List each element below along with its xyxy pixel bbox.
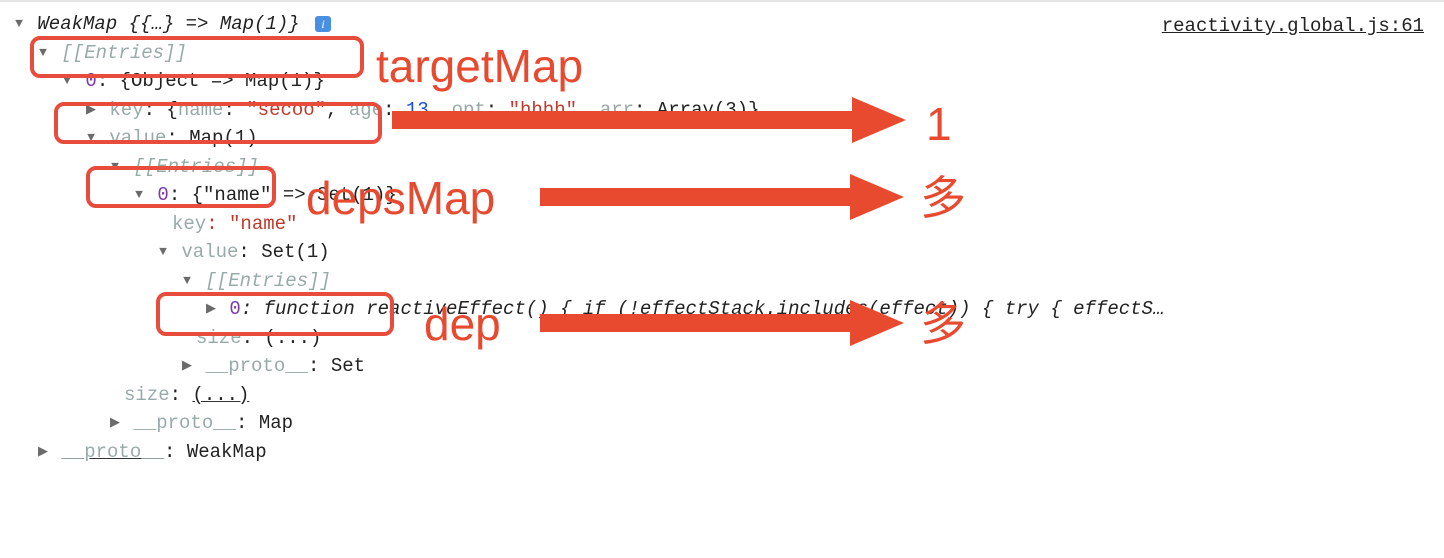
chevron-right-icon[interactable]: ▶ <box>180 356 194 376</box>
proto-value: : WeakMap <box>164 441 267 463</box>
tree-row[interactable]: ▼ value: Set(1) <box>0 238 1444 267</box>
entries-label: [[Entries]] <box>61 42 186 64</box>
key-label: key <box>109 99 143 121</box>
prop-value: 13 <box>406 99 429 121</box>
tree-root[interactable]: ▼ WeakMap {{…} => Map(1)} i <box>0 10 1444 39</box>
tree-row[interactable]: size: (...) <box>0 324 1444 353</box>
tree-row[interactable]: ▼ value: Map(1) <box>0 124 1444 153</box>
chevron-down-icon[interactable]: ▼ <box>84 128 98 148</box>
chevron-right-icon[interactable]: ▶ <box>204 299 218 319</box>
tree-row[interactable]: ▼ 0: {Object => Map(1)} <box>0 67 1444 96</box>
entry-summary: : {Object => Map(1)} <box>97 70 325 92</box>
prop-key: age <box>349 99 383 121</box>
tree-row[interactable]: size: (...) <box>0 381 1444 410</box>
prop-key: name <box>178 99 224 121</box>
tree-row[interactable]: ▼ [[Entries]] <box>0 39 1444 68</box>
info-icon[interactable]: i <box>315 16 331 32</box>
prop-value: "hhhh" <box>509 99 577 121</box>
chevron-down-icon[interactable]: ▼ <box>12 14 26 34</box>
entry-index: 0 <box>157 184 168 206</box>
entries-label: [[Entries]] <box>133 156 258 178</box>
chevron-down-icon[interactable]: ▼ <box>60 71 74 91</box>
size-label: size <box>196 327 242 349</box>
entry-summary: : {"name" => Set(1)} <box>169 184 397 206</box>
tree-row[interactable]: ▼ [[Entries]] <box>0 153 1444 182</box>
proto-value: : Map <box>236 412 293 434</box>
value-label: value <box>109 127 166 149</box>
brace: : { <box>144 99 178 121</box>
value-summary: : Map(1) <box>166 127 257 149</box>
proto-label: __proto__ <box>205 355 308 377</box>
prop-value: Array(3) <box>657 99 748 121</box>
entry-index: 0 <box>229 298 240 320</box>
size-value[interactable]: (...) <box>192 384 249 406</box>
chevron-down-icon[interactable]: ▼ <box>36 43 50 63</box>
prop-value: "secoo" <box>246 99 326 121</box>
function-summary: : function reactiveEffect() { if (!effec… <box>241 298 1165 320</box>
size-value: : (...) <box>242 327 322 349</box>
console-tree: ▼ WeakMap {{…} => Map(1)} i ▼ [[Entries]… <box>0 10 1444 466</box>
entries-label: [[Entries]] <box>205 270 330 292</box>
key-label: key <box>172 213 206 235</box>
value-summary: : Set(1) <box>238 241 329 263</box>
root-label: WeakMap {{…} => Map(1)} <box>37 13 299 35</box>
tree-row[interactable]: key: "name" <box>0 210 1444 239</box>
brace: } <box>748 99 759 121</box>
proto-label: __proto__ <box>61 441 164 463</box>
chevron-right-icon[interactable]: ▶ <box>108 413 122 433</box>
tree-row[interactable]: ▶ __proto__: Set <box>0 352 1444 381</box>
chevron-down-icon[interactable]: ▼ <box>156 242 170 262</box>
chevron-right-icon[interactable]: ▶ <box>36 442 50 462</box>
tree-row[interactable]: ▶ __proto__: Map <box>0 409 1444 438</box>
entry-index: 0 <box>85 70 96 92</box>
colon: : <box>170 384 193 406</box>
prop-key: arr <box>600 99 634 121</box>
key-value: : "name" <box>206 213 297 235</box>
chevron-right-icon[interactable]: ▶ <box>84 100 98 120</box>
value-label: value <box>181 241 238 263</box>
proto-value: : Set <box>308 355 365 377</box>
chevron-down-icon[interactable]: ▼ <box>132 185 146 205</box>
tree-row[interactable]: ▼ 0: {"name" => Set(1)} <box>0 181 1444 210</box>
size-label: size <box>124 384 170 406</box>
chevron-down-icon[interactable]: ▼ <box>108 157 122 177</box>
tree-row[interactable]: ▼ [[Entries]] <box>0 267 1444 296</box>
prop-key: opt <box>452 99 486 121</box>
chevron-down-icon[interactable]: ▼ <box>180 271 194 291</box>
tree-row[interactable]: ▶ __proto__: WeakMap <box>0 438 1444 467</box>
proto-label: __proto__ <box>133 412 236 434</box>
tree-row[interactable]: ▶ key: {name: "secoo", age: 13, opt: "hh… <box>0 96 1444 125</box>
tree-row[interactable]: ▶ 0: function reactiveEffect() { if (!ef… <box>0 295 1444 324</box>
